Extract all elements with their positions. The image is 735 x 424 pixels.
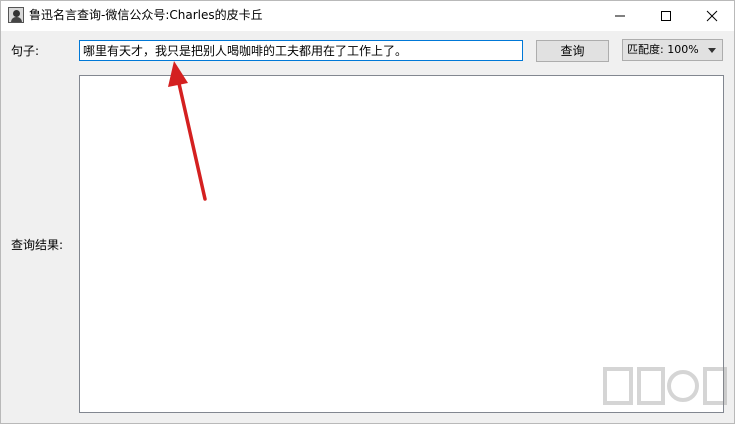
result-label: 查询结果: xyxy=(11,238,64,252)
maximize-icon xyxy=(661,11,671,21)
close-icon xyxy=(706,10,718,22)
window-title: 鲁迅名言查询-微信公众号:Charles的皮卡丘 xyxy=(29,8,263,22)
query-button[interactable]: 查询 xyxy=(536,40,609,62)
minimize-button[interactable] xyxy=(597,1,643,31)
watermark-logo-icon xyxy=(603,367,727,405)
chevron-down-icon xyxy=(708,48,716,53)
match-degree-value: 匹配度: 100% xyxy=(627,43,699,56)
minimize-icon xyxy=(615,15,625,17)
close-button[interactable] xyxy=(689,1,735,31)
match-degree-select[interactable]: 匹配度: 100% xyxy=(622,39,723,61)
app-window: 鲁迅名言查询-微信公众号:Charles的皮卡丘 句子: 查询 匹配度: 100… xyxy=(0,0,735,424)
sentence-label: 句子: xyxy=(11,44,40,58)
maximize-button[interactable] xyxy=(643,1,689,31)
title-bar[interactable]: 鲁迅名言查询-微信公众号:Charles的皮卡丘 xyxy=(1,1,734,31)
app-avatar-icon xyxy=(8,7,24,23)
sentence-input[interactable] xyxy=(79,40,523,61)
